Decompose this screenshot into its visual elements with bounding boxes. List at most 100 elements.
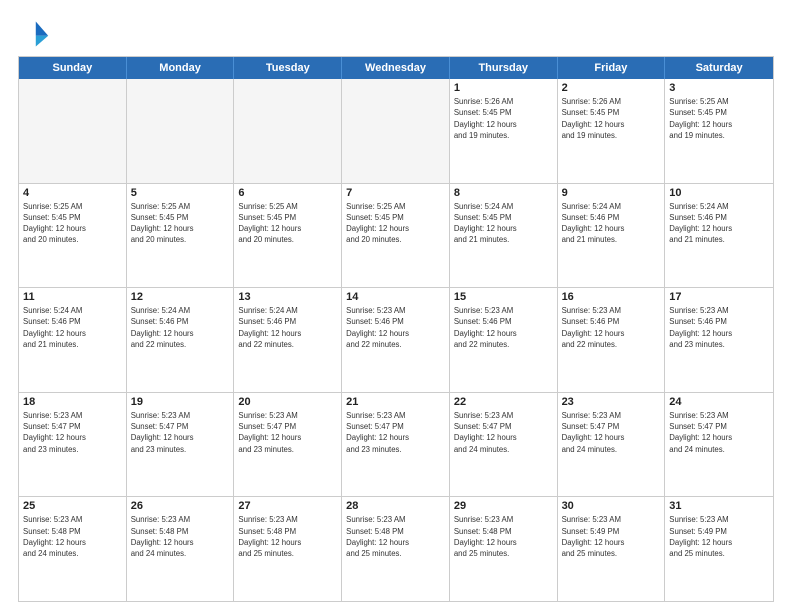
- day-info: Sunrise: 5:23 AM Sunset: 5:48 PM Dayligh…: [131, 514, 230, 559]
- day-cell-12: 12 Sunrise: 5:24 AM Sunset: 5:46 PM Dayli…: [127, 288, 235, 392]
- calendar-header-sunday: Sunday: [19, 57, 127, 79]
- day-number: 9: [562, 187, 661, 199]
- day-number: 3: [669, 82, 769, 94]
- empty-cell: [342, 79, 450, 183]
- calendar-header-row: SundayMondayTuesdayWednesdayThursdayFrid…: [19, 57, 773, 79]
- day-cell-19: 19 Sunrise: 5:23 AM Sunset: 5:47 PM Dayli…: [127, 393, 235, 497]
- day-number: 12: [131, 291, 230, 303]
- day-info: Sunrise: 5:23 AM Sunset: 5:47 PM Dayligh…: [238, 410, 337, 455]
- day-info: Sunrise: 5:23 AM Sunset: 5:47 PM Dayligh…: [454, 410, 553, 455]
- day-cell-5: 5 Sunrise: 5:25 AM Sunset: 5:45 PM Daylig…: [127, 184, 235, 288]
- day-cell-15: 15 Sunrise: 5:23 AM Sunset: 5:46 PM Dayli…: [450, 288, 558, 392]
- day-cell-23: 23Sunrise: 5:23 AM Sunset: 5:47 PM Dayli…: [558, 393, 666, 497]
- day-info: Sunrise: 5:25 AM Sunset: 5:45 PM Dayligh…: [238, 201, 337, 246]
- day-info: Sunrise: 5:23 AM Sunset: 5:46 PM Dayligh…: [562, 305, 661, 350]
- day-cell-26: 26Sunrise: 5:23 AM Sunset: 5:48 PM Dayli…: [127, 497, 235, 601]
- day-number: 30: [562, 500, 661, 512]
- day-cell-22: 22 Sunrise: 5:23 AM Sunset: 5:47 PM Dayli…: [450, 393, 558, 497]
- day-number: 2: [562, 82, 661, 94]
- day-cell-9: 9Sunrise: 5:24 AM Sunset: 5:46 PM Daylig…: [558, 184, 666, 288]
- day-number: 13: [238, 291, 337, 303]
- day-cell-31: 31 Sunrise: 5:23 AM Sunset: 5:49 PM Dayli…: [665, 497, 773, 601]
- header: [18, 18, 774, 50]
- day-info: Sunrise: 5:23 AM Sunset: 5:47 PM Dayligh…: [669, 410, 769, 455]
- day-info: Sunrise: 5:23 AM Sunset: 5:48 PM Dayligh…: [454, 514, 553, 559]
- day-info: Sunrise: 5:23 AM Sunset: 5:48 PM Dayligh…: [23, 514, 122, 559]
- day-info: Sunrise: 5:23 AM Sunset: 5:46 PM Dayligh…: [454, 305, 553, 350]
- calendar-week-4: 18 Sunrise: 5:23 AM Sunset: 5:47 PM Dayli…: [19, 393, 773, 498]
- calendar-header-thursday: Thursday: [450, 57, 558, 79]
- day-info: Sunrise: 5:24 AM Sunset: 5:46 PM Dayligh…: [131, 305, 230, 350]
- day-number: 5: [131, 187, 230, 199]
- day-number: 21: [346, 396, 445, 408]
- day-number: 18: [23, 396, 122, 408]
- day-info: Sunrise: 5:25 AM Sunset: 5:45 PM Dayligh…: [23, 201, 122, 246]
- logo-icon: [18, 18, 50, 50]
- day-number: 27: [238, 500, 337, 512]
- day-number: 16: [562, 291, 661, 303]
- calendar-week-5: 25Sunrise: 5:23 AM Sunset: 5:48 PM Dayli…: [19, 497, 773, 601]
- day-number: 28: [346, 500, 445, 512]
- calendar-header-friday: Friday: [558, 57, 666, 79]
- day-cell-28: 28 Sunrise: 5:23 AM Sunset: 5:48 PM Dayli…: [342, 497, 450, 601]
- day-cell-25: 25Sunrise: 5:23 AM Sunset: 5:48 PM Dayli…: [19, 497, 127, 601]
- day-cell-3: 3Sunrise: 5:25 AM Sunset: 5:45 PM Daylig…: [665, 79, 773, 183]
- empty-cell: [127, 79, 235, 183]
- day-cell-29: 29 Sunrise: 5:23 AM Sunset: 5:48 PM Dayli…: [450, 497, 558, 601]
- day-info: Sunrise: 5:23 AM Sunset: 5:49 PM Dayligh…: [669, 514, 769, 559]
- day-cell-11: 11Sunrise: 5:24 AM Sunset: 5:46 PM Dayli…: [19, 288, 127, 392]
- day-cell-6: 6 Sunrise: 5:25 AM Sunset: 5:45 PM Daylig…: [234, 184, 342, 288]
- day-info: Sunrise: 5:25 AM Sunset: 5:45 PM Dayligh…: [131, 201, 230, 246]
- day-number: 14: [346, 291, 445, 303]
- day-cell-7: 7Sunrise: 5:25 AM Sunset: 5:45 PM Daylig…: [342, 184, 450, 288]
- day-number: 22: [454, 396, 553, 408]
- day-info: Sunrise: 5:23 AM Sunset: 5:47 PM Dayligh…: [562, 410, 661, 455]
- calendar-header-wednesday: Wednesday: [342, 57, 450, 79]
- day-info: Sunrise: 5:24 AM Sunset: 5:45 PM Dayligh…: [454, 201, 553, 246]
- day-info: Sunrise: 5:23 AM Sunset: 5:48 PM Dayligh…: [238, 514, 337, 559]
- day-info: Sunrise: 5:25 AM Sunset: 5:45 PM Dayligh…: [346, 201, 445, 246]
- day-info: Sunrise: 5:23 AM Sunset: 5:47 PM Dayligh…: [131, 410, 230, 455]
- empty-cell: [19, 79, 127, 183]
- day-info: Sunrise: 5:23 AM Sunset: 5:48 PM Dayligh…: [346, 514, 445, 559]
- day-number: 10: [669, 187, 769, 199]
- day-info: Sunrise: 5:23 AM Sunset: 5:47 PM Dayligh…: [346, 410, 445, 455]
- day-number: 20: [238, 396, 337, 408]
- day-cell-8: 8 Sunrise: 5:24 AM Sunset: 5:45 PM Daylig…: [450, 184, 558, 288]
- day-info: Sunrise: 5:26 AM Sunset: 5:45 PM Dayligh…: [562, 96, 661, 141]
- day-cell-4: 4 Sunrise: 5:25 AM Sunset: 5:45 PM Daylig…: [19, 184, 127, 288]
- day-number: 19: [131, 396, 230, 408]
- day-info: Sunrise: 5:23 AM Sunset: 5:49 PM Dayligh…: [562, 514, 661, 559]
- calendar: SundayMondayTuesdayWednesdayThursdayFrid…: [18, 56, 774, 602]
- day-cell-14: 14 Sunrise: 5:23 AM Sunset: 5:46 PM Dayli…: [342, 288, 450, 392]
- day-number: 29: [454, 500, 553, 512]
- calendar-header-saturday: Saturday: [665, 57, 773, 79]
- day-info: Sunrise: 5:24 AM Sunset: 5:46 PM Dayligh…: [23, 305, 122, 350]
- day-cell-1: 1Sunrise: 5:26 AM Sunset: 5:45 PM Daylig…: [450, 79, 558, 183]
- calendar-body: 1Sunrise: 5:26 AM Sunset: 5:45 PM Daylig…: [19, 79, 773, 601]
- calendar-header-tuesday: Tuesday: [234, 57, 342, 79]
- calendar-week-1: 1Sunrise: 5:26 AM Sunset: 5:45 PM Daylig…: [19, 79, 773, 184]
- day-cell-30: 30 Sunrise: 5:23 AM Sunset: 5:49 PM Dayli…: [558, 497, 666, 601]
- day-info: Sunrise: 5:24 AM Sunset: 5:46 PM Dayligh…: [669, 201, 769, 246]
- day-number: 6: [238, 187, 337, 199]
- day-cell-2: 2 Sunrise: 5:26 AM Sunset: 5:45 PM Daylig…: [558, 79, 666, 183]
- day-cell-13: 13Sunrise: 5:24 AM Sunset: 5:46 PM Dayli…: [234, 288, 342, 392]
- empty-cell: [234, 79, 342, 183]
- day-number: 8: [454, 187, 553, 199]
- day-number: 15: [454, 291, 553, 303]
- day-number: 31: [669, 500, 769, 512]
- day-cell-18: 18 Sunrise: 5:23 AM Sunset: 5:47 PM Dayli…: [19, 393, 127, 497]
- day-info: Sunrise: 5:23 AM Sunset: 5:47 PM Dayligh…: [23, 410, 122, 455]
- day-cell-27: 27 Sunrise: 5:23 AM Sunset: 5:48 PM Dayli…: [234, 497, 342, 601]
- day-cell-10: 10 Sunrise: 5:24 AM Sunset: 5:46 PM Dayli…: [665, 184, 773, 288]
- logo: [18, 18, 54, 50]
- day-number: 24: [669, 396, 769, 408]
- day-cell-20: 20 Sunrise: 5:23 AM Sunset: 5:47 PM Dayli…: [234, 393, 342, 497]
- day-number: 4: [23, 187, 122, 199]
- calendar-header-monday: Monday: [127, 57, 235, 79]
- day-info: Sunrise: 5:23 AM Sunset: 5:46 PM Dayligh…: [669, 305, 769, 350]
- calendar-week-3: 11Sunrise: 5:24 AM Sunset: 5:46 PM Dayli…: [19, 288, 773, 393]
- day-cell-16: 16 Sunrise: 5:23 AM Sunset: 5:46 PM Dayli…: [558, 288, 666, 392]
- day-info: Sunrise: 5:23 AM Sunset: 5:46 PM Dayligh…: [346, 305, 445, 350]
